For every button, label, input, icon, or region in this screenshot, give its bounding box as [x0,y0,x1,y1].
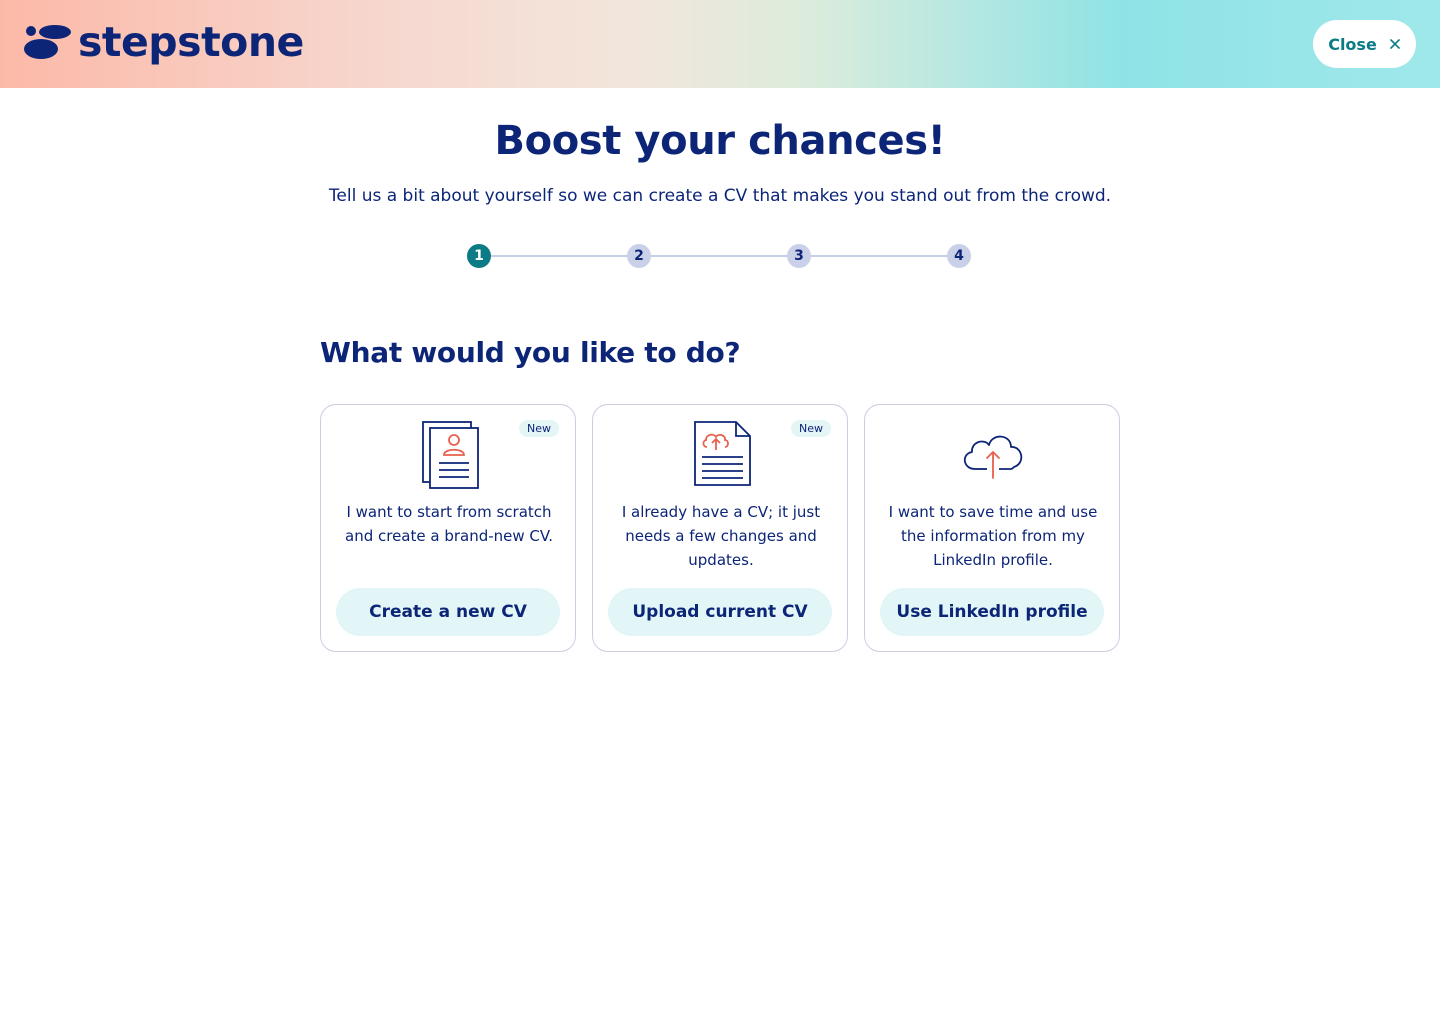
stepper-line [479,255,959,257]
logo-mark-icon [24,25,71,59]
step-4: 4 [947,244,971,268]
card-description: I want to save time and use the informat… [888,503,1098,569]
stepstone-logo[interactable]: stepstone [22,16,304,68]
option-card-create-new[interactable]: New I want to start from scratch and cre… [320,404,576,652]
upload-document-icon [694,421,751,486]
new-cv-document-icon [422,421,479,489]
cloud-upload-icon [963,435,1023,479]
option-card-linkedin[interactable]: I want to save time and use the informat… [864,404,1120,652]
card-description: I already have a CV; it just needs a few… [621,503,821,569]
upload-current-cv-button[interactable]: Upload current CV [608,588,832,636]
close-button[interactable]: Close [1313,20,1416,68]
card-description: I want to start from scratch and create … [345,503,553,545]
header-bar: stepstone Close [0,0,1440,88]
section-title: What would you like to do? [320,336,741,369]
step-1: 1 [467,244,491,268]
page-subtitle: Tell us a bit about yourself so we can c… [328,186,1112,206]
logo-text: stepstone [78,17,304,66]
step-3: 3 [787,244,811,268]
step-2: 2 [627,244,651,268]
close-label: Close [1328,34,1377,54]
page-title: Boost your chances! [494,118,946,164]
use-linkedin-profile-button[interactable]: Use LinkedIn profile [880,588,1104,636]
progress-stepper: 1 2 3 4 [467,243,973,269]
option-card-upload[interactable]: New I already have a CV; it just needs a… [592,404,848,652]
close-icon [1389,39,1400,49]
create-new-cv-button[interactable]: Create a new CV [336,588,560,636]
